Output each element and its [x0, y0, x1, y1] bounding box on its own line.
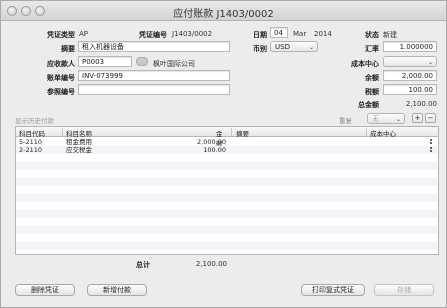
cell-account-name[interactable]: 租金费用: [66, 138, 92, 146]
cost-center-dropdown-icon[interactable]: [430, 147, 432, 153]
balance-label: 余额: [365, 74, 379, 82]
cell-account-code[interactable]: 5-2110: [19, 138, 42, 146]
rate-label: 汇率: [365, 45, 379, 53]
delete-voucher-button[interactable]: 删除凭证: [15, 284, 75, 296]
summary-field[interactable]: 租入机器设备: [78, 41, 230, 52]
column-header-memo[interactable]: 摘要: [236, 128, 249, 138]
account-no-field[interactable]: INV-073999: [78, 70, 230, 81]
empty-table-row[interactable]: [16, 218, 438, 226]
cell-amount[interactable]: 2,000.00: [166, 138, 226, 146]
empty-table-row[interactable]: [16, 162, 438, 170]
print-voucher-button[interactable]: 打印复式凭证: [301, 284, 365, 296]
cost-center-label: 成本中心: [351, 60, 379, 68]
save-button[interactable]: 存储: [374, 284, 434, 296]
table-row[interactable]: 5-2110 租金费用 2,000.00: [16, 138, 438, 146]
date-year[interactable]: 2014: [314, 30, 332, 38]
empty-table-row[interactable]: [16, 210, 438, 218]
repeat-value: 无: [372, 115, 379, 123]
cell-account-code[interactable]: 2-2110: [19, 146, 42, 154]
cost-center-dropdown-icon[interactable]: [430, 139, 432, 145]
account-no-label: 账单编号: [47, 74, 75, 82]
show-history-link[interactable]: 显示历史付款: [15, 115, 54, 125]
balance-field[interactable]: 2,000.00: [383, 70, 437, 81]
voucher-type-value: AP: [79, 30, 89, 38]
payee-code-field[interactable]: P0003: [78, 56, 132, 67]
empty-table-row[interactable]: [16, 178, 438, 186]
tax-label: 税额: [365, 88, 379, 96]
rate-field[interactable]: 1.000000: [383, 41, 437, 52]
footer-total-value: 2,100.00: [195, 260, 227, 268]
new-payment-button[interactable]: 新增付款: [87, 284, 147, 296]
repeat-select[interactable]: 无 ⌄: [367, 113, 405, 124]
empty-table-row[interactable]: [16, 226, 438, 234]
empty-table-row[interactable]: [16, 242, 438, 250]
tax-field[interactable]: 100.00: [383, 84, 437, 95]
column-header-cost-center[interactable]: 成本中心: [370, 128, 396, 138]
window: 应付账款 J1403/0002 凭证类型 AP 凭证编号 J1403/0002 …: [0, 0, 447, 308]
empty-table-row[interactable]: [16, 234, 438, 242]
voucher-number-value: J1403/0002: [172, 30, 213, 38]
table-header: 科目代码 科目名称 金额 摘要 成本中心: [16, 127, 438, 148]
cell-amount[interactable]: 100.00: [166, 146, 226, 154]
chevron-down-icon: ⌄: [395, 116, 401, 123]
ref-no-label: 参照编号: [47, 88, 75, 96]
empty-table-row[interactable]: [16, 154, 438, 162]
footer-total-label: 总计: [136, 261, 150, 269]
payee-name: 枫叶国际公司: [153, 60, 195, 68]
table-row[interactable]: 2-2110 应交税金 100.00: [16, 146, 438, 154]
cost-center-select[interactable]: ⌄: [383, 56, 437, 67]
total-amount-label: 总金额: [358, 101, 379, 109]
currency-select[interactable]: USD ⌄: [270, 41, 318, 52]
date-label: 日期: [253, 31, 267, 39]
remove-row-button[interactable]: −: [425, 113, 436, 123]
empty-table-row[interactable]: [16, 250, 438, 254]
ref-no-field[interactable]: [78, 84, 230, 95]
column-header-name[interactable]: 科目名称: [66, 128, 92, 138]
currency-value: USD: [275, 43, 290, 51]
summary-label: 摘要: [61, 45, 75, 53]
cell-account-name[interactable]: 应交税金: [66, 146, 92, 154]
title-bar: 应付账款 J1403/0002: [1, 1, 446, 21]
status-value: 新建: [383, 31, 397, 39]
window-title: 应付账款 J1403/0002: [173, 9, 274, 20]
date-month[interactable]: Mar: [293, 30, 306, 38]
payee-label: 应收款人: [47, 60, 75, 68]
voucher-number-label: 凭证编号: [139, 31, 167, 39]
currency-label: 币别: [253, 45, 267, 53]
column-header-code[interactable]: 科目代码: [19, 128, 45, 138]
empty-table-row[interactable]: [16, 202, 438, 210]
empty-table-row[interactable]: [16, 186, 438, 194]
add-row-button[interactable]: +: [412, 113, 423, 123]
payee-lookup-icon[interactable]: [136, 57, 148, 66]
empty-table-row[interactable]: [16, 194, 438, 202]
journal-table: 科目代码 科目名称 金额 摘要 成本中心 5-2110 租金费用 2,000.00 2…: [15, 126, 439, 255]
chevron-down-icon: ⌄: [427, 59, 433, 66]
total-amount-value: 2,100.00: [405, 100, 437, 108]
repeat-label: 重复: [339, 117, 352, 125]
date-day-field[interactable]: 04: [270, 27, 288, 38]
chevron-down-icon: ⌄: [308, 44, 314, 51]
status-label: 状态: [365, 31, 379, 39]
empty-table-row[interactable]: [16, 170, 438, 178]
voucher-type-label: 凭证类型: [47, 31, 75, 39]
